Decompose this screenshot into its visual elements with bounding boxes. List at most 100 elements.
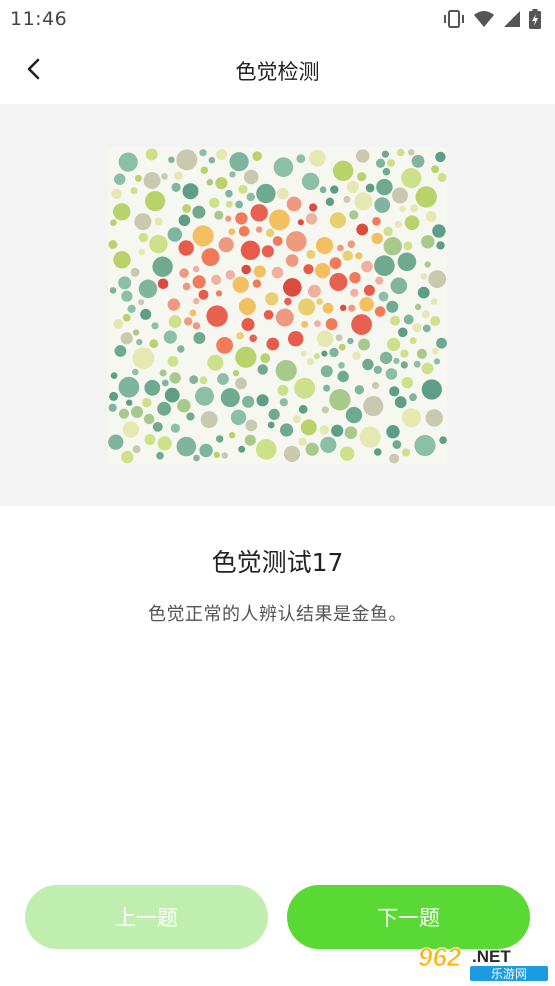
plate-dot xyxy=(316,298,323,305)
plate-dot xyxy=(373,365,382,374)
plate-dot xyxy=(235,212,248,225)
plate-dot xyxy=(300,350,307,357)
plate-dot xyxy=(238,226,250,237)
plate-dot xyxy=(182,183,199,200)
plate-dot xyxy=(121,290,133,302)
plate-dot xyxy=(225,270,236,280)
plate-dot xyxy=(111,188,122,200)
plate-dot xyxy=(132,368,139,376)
plate-dot xyxy=(390,277,408,295)
plate-dot xyxy=(245,419,258,432)
plate-dot xyxy=(352,351,361,361)
plate-dot xyxy=(296,154,306,164)
plate-dot xyxy=(250,204,268,222)
prev-question-button[interactable]: 上一题 xyxy=(25,885,268,949)
plate-dot xyxy=(225,200,233,208)
plate-dot xyxy=(169,372,181,384)
plate-dot xyxy=(337,370,349,383)
plate-dot xyxy=(195,386,214,406)
plate-dot xyxy=(345,406,363,424)
plate-dot xyxy=(163,330,177,344)
plate-dot xyxy=(213,451,220,458)
plate-dot xyxy=(265,228,275,238)
plate-dot xyxy=(383,226,393,237)
plate-dot xyxy=(252,279,262,288)
plate-dot xyxy=(314,320,321,327)
plate-dot xyxy=(235,200,243,209)
plate-dot xyxy=(221,452,229,459)
watermark-number: 962 xyxy=(418,942,462,972)
signal-icon xyxy=(503,10,521,28)
plate-dot xyxy=(157,401,171,416)
plate-dot xyxy=(114,345,127,357)
plate-dot xyxy=(403,314,414,325)
plate-dot xyxy=(206,305,228,327)
plate-dot xyxy=(346,181,359,194)
plate-dot xyxy=(363,284,375,296)
plate-dot xyxy=(134,174,142,182)
plate-dot xyxy=(298,404,308,414)
plate-dot xyxy=(109,391,119,401)
plate-dot xyxy=(409,337,417,345)
plate-dot xyxy=(340,446,355,461)
plate-dot xyxy=(358,338,371,351)
plate-dot xyxy=(182,204,191,213)
status-time: 11:46 xyxy=(10,8,68,30)
plate-dot xyxy=(211,274,222,285)
plate-dot xyxy=(313,353,320,360)
plate-dot xyxy=(255,439,277,460)
plate-dot xyxy=(361,260,373,273)
plate-dot xyxy=(315,237,334,255)
plate-dot xyxy=(271,266,284,279)
plate-dot xyxy=(256,394,269,407)
plate-dot xyxy=(240,240,261,260)
battery-charging-icon xyxy=(529,9,541,29)
plate-dot xyxy=(401,408,421,428)
plate-dot xyxy=(118,376,140,398)
plate-dot xyxy=(439,436,447,445)
plate-dot xyxy=(357,172,367,182)
back-button[interactable] xyxy=(14,51,54,91)
plate-dot xyxy=(229,152,249,172)
plate-dot xyxy=(356,223,369,236)
plate-dot xyxy=(225,215,232,222)
plate-dot xyxy=(385,368,398,380)
plate-dot xyxy=(392,187,408,204)
plate-dot xyxy=(275,308,294,327)
plate-dot xyxy=(176,436,197,457)
plate-dot xyxy=(275,360,297,382)
plate-dot xyxy=(177,399,191,413)
plate-dot xyxy=(399,205,406,212)
plate-dot xyxy=(319,186,327,194)
plate-dot xyxy=(193,332,206,344)
plate-dot xyxy=(354,385,364,395)
plate-dot xyxy=(132,445,141,454)
plate-dot xyxy=(216,337,233,354)
plate-dot xyxy=(138,279,158,299)
app-bar: 色觉检测 xyxy=(0,38,555,104)
plate-dot xyxy=(142,397,152,408)
plate-dot xyxy=(286,231,307,252)
plate-dot xyxy=(167,356,179,367)
plate-dot xyxy=(144,434,156,445)
plate-dot xyxy=(108,434,124,450)
plate-dot xyxy=(292,415,301,424)
plate-dot xyxy=(347,240,356,248)
plate-dot xyxy=(398,327,408,338)
plate-dot xyxy=(322,302,334,314)
plate-dot xyxy=(309,203,318,212)
plate-dot xyxy=(432,347,439,355)
plate-dot xyxy=(337,244,344,252)
plate-dot xyxy=(114,173,126,185)
plate-dot xyxy=(144,379,161,396)
plate-dot xyxy=(403,241,413,251)
plate-dot xyxy=(108,240,118,249)
plate-dot xyxy=(383,237,402,256)
watermark-logo: 962 .NET 乐游网 xyxy=(414,938,550,982)
plate-dot xyxy=(400,349,409,358)
plate-dot xyxy=(192,205,206,219)
plate-dot xyxy=(400,361,408,369)
plate-dot xyxy=(329,257,342,270)
plate-dot xyxy=(306,358,314,366)
plate-dot xyxy=(432,224,446,238)
